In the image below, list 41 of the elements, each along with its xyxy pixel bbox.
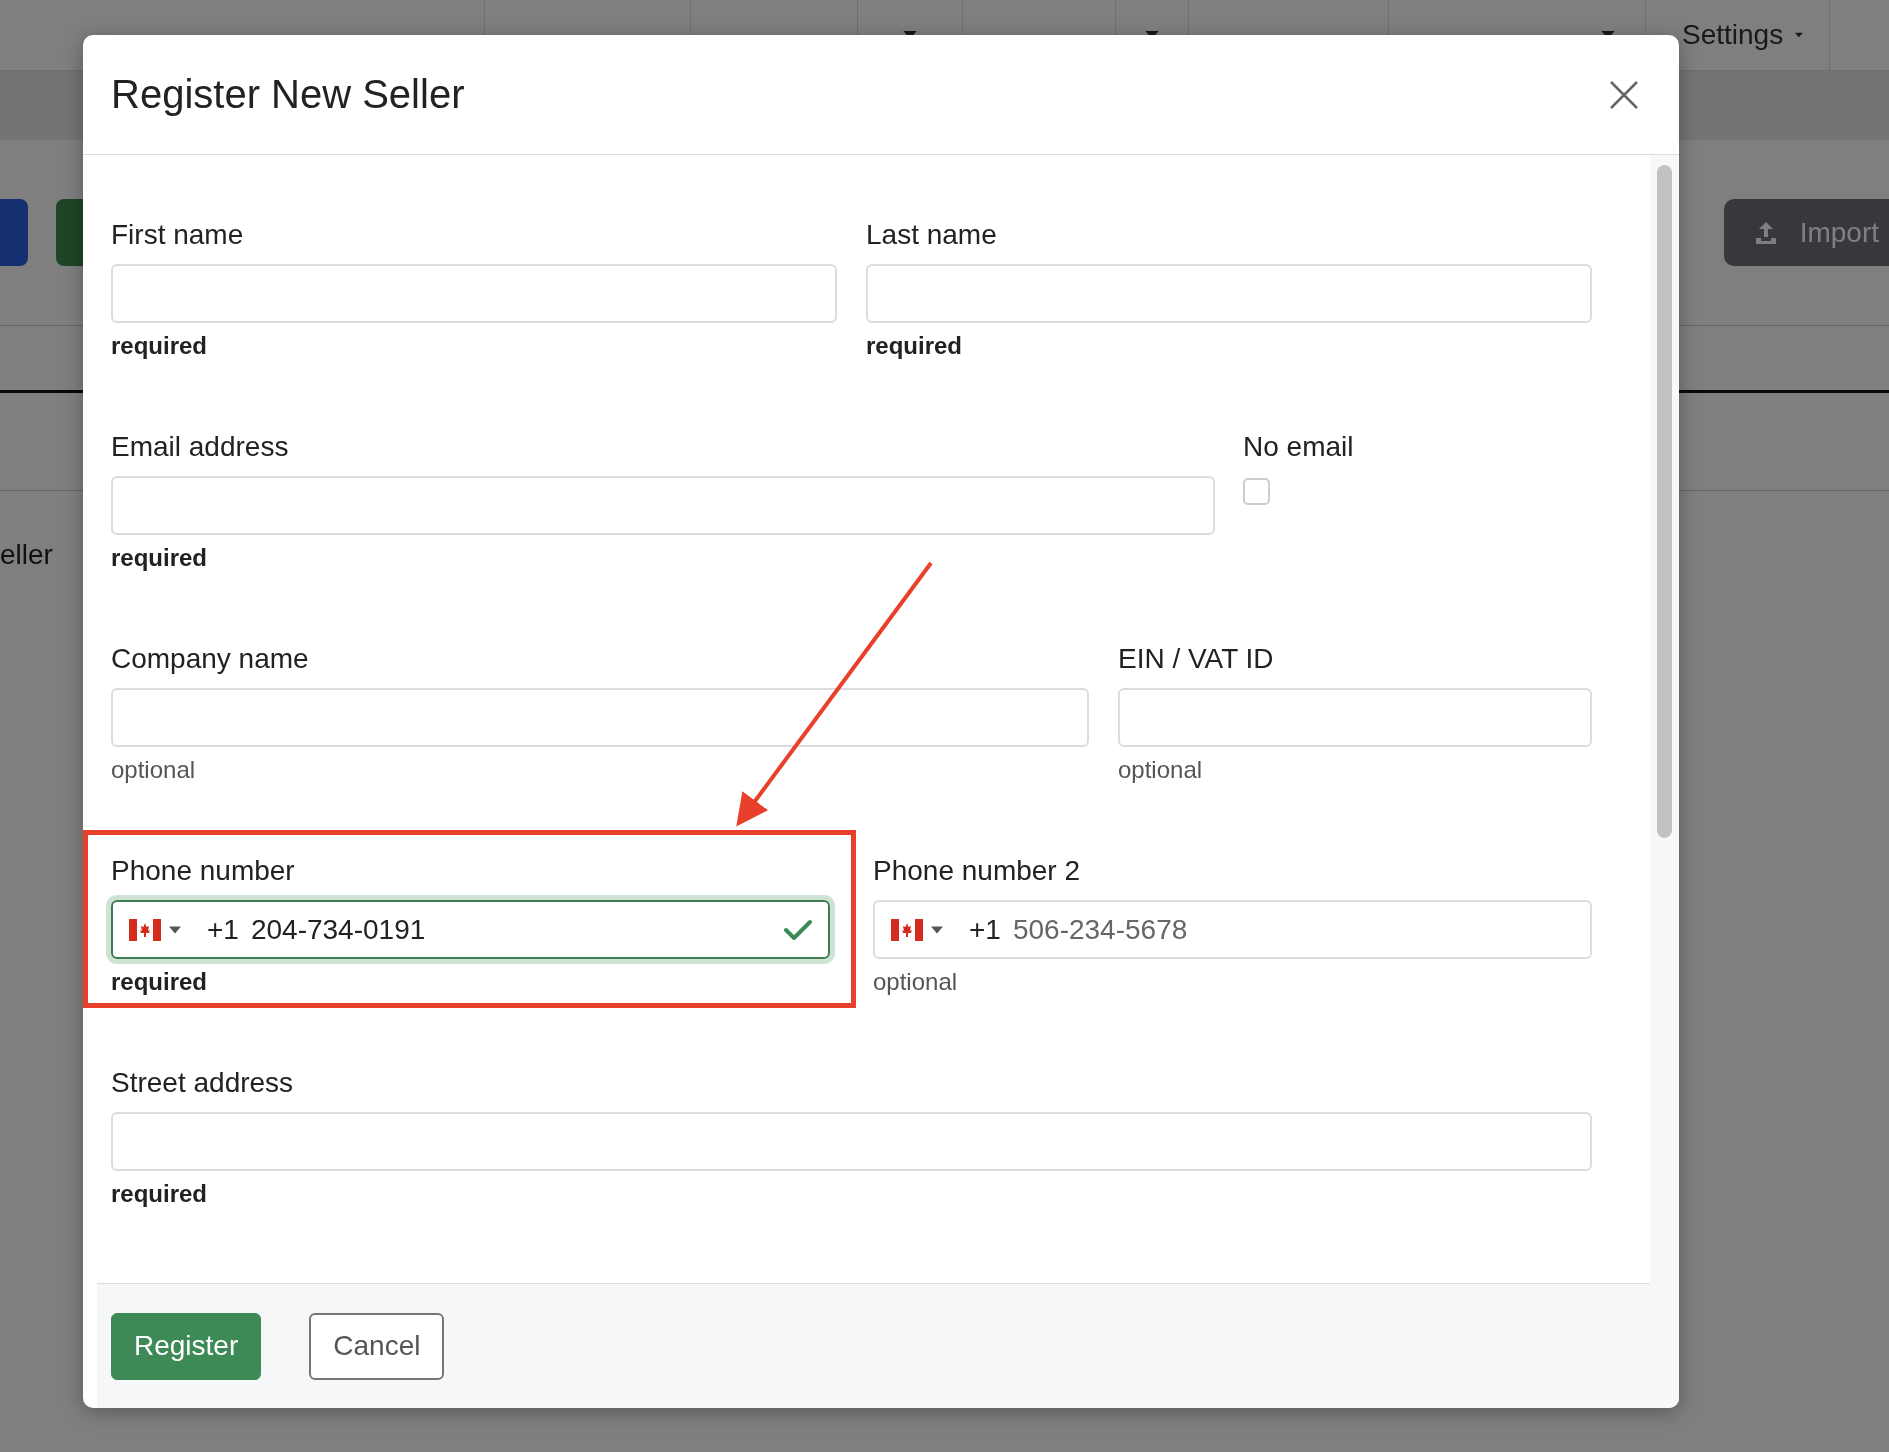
field-label: EIN / VAT ID (1118, 642, 1274, 676)
dial-code: +1 (207, 913, 239, 946)
close-icon (1609, 79, 1639, 110)
field-hint: required (111, 1179, 208, 1208)
input-field[interactable] (111, 1112, 1592, 1171)
input-field[interactable] (866, 264, 1592, 323)
field-hint: required (111, 331, 208, 360)
field-label: Company name (111, 642, 309, 676)
close-button[interactable] (1609, 79, 1639, 110)
field-hint: required (111, 543, 208, 572)
field-label: Last name (866, 218, 997, 252)
flag-icon (129, 918, 161, 941)
cancel-button[interactable]: Cancel (309, 1312, 445, 1380)
field-hint: required (111, 967, 208, 996)
flag-icon (891, 918, 923, 941)
input-field[interactable] (111, 476, 1215, 535)
field-hint: optional (1118, 755, 1203, 784)
modal-title: Register New Seller (111, 72, 465, 117)
caret-icon (169, 925, 181, 934)
register-button[interactable]: Register (111, 1312, 262, 1380)
input-field[interactable] (1118, 688, 1592, 747)
caret-icon (931, 925, 943, 934)
field-hint: optional (873, 967, 958, 996)
phone-field[interactable]: +1 506-234-5678 (873, 900, 1592, 959)
checkbox[interactable] (1243, 478, 1270, 505)
field-label: Email address (111, 430, 289, 464)
field-label: Phone number (111, 854, 295, 888)
field-label: First name (111, 218, 244, 252)
caret-icon (1795, 31, 1803, 39)
upload-icon (1753, 219, 1778, 246)
dial-code: +1 (969, 913, 1001, 946)
field-hint: optional (111, 755, 196, 784)
input-field[interactable] (111, 264, 837, 323)
input-field[interactable] (111, 688, 1089, 747)
scrollbar[interactable] (1657, 165, 1672, 838)
field-label: Phone number 2 (873, 854, 1081, 888)
field-label: No email (1243, 430, 1354, 464)
checkmark-icon (784, 918, 812, 941)
field-label: Street address (111, 1066, 294, 1100)
page-text: eller (0, 539, 53, 571)
field-hint: required (866, 331, 963, 360)
